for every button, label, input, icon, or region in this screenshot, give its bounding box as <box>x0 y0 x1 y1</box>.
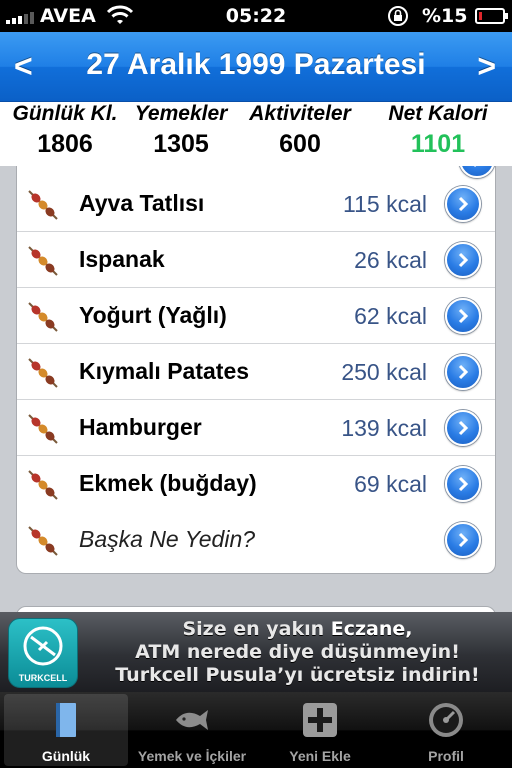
food-name: Ekmek (buğday) <box>79 470 257 496</box>
food-calories: 139 kcal <box>341 415 427 441</box>
daily-calorie-summary: Günlük Kl. 1806 <box>6 102 124 159</box>
tab-gunluk[interactable]: Günlük <box>4 694 128 766</box>
status-bar: AVEA 05:22 %15 <box>0 0 512 32</box>
tab-label: Profil <box>428 748 464 764</box>
food-name: Kıymalı Patates <box>79 358 250 384</box>
activities-summary: Aktiviteler 600 <box>244 102 356 159</box>
food-calories: 26 kcal <box>354 247 427 273</box>
food-name: Ayva Tatlısı <box>79 190 205 216</box>
food-skewer-icon <box>28 526 58 556</box>
food-skewer-icon <box>28 246 58 276</box>
net-calorie-value: 1101 <box>410 130 466 158</box>
battery-percentage: %15 <box>422 5 468 27</box>
ad-line-1: Size en yakın Eczane, <box>90 618 505 641</box>
speedometer-icon <box>429 703 463 737</box>
tab-bar: Günlük Yemek ve İçkiler Yeni Ekle Profil <box>0 692 512 768</box>
logo-brand-text: TURKCELL <box>18 673 68 683</box>
tab-yemek-ve-icecekler[interactable]: Yemek ve İçkiler <box>130 694 254 766</box>
battery-icon <box>475 8 508 24</box>
date-title: 27 Aralık 1999 Pazartesi <box>86 48 426 81</box>
food-list-item[interactable]: Kıymalı Patates 250 kcal <box>17 344 495 400</box>
food-list-item[interactable]: Hamburger 139 kcal <box>17 400 495 456</box>
disclosure-button-icon[interactable] <box>445 410 481 446</box>
food-name: Yoğurt (Yağlı) <box>79 302 227 328</box>
turkcell-logo: TURKCELL <box>8 618 78 688</box>
plus-icon <box>303 703 337 737</box>
disclosure-button-icon[interactable] <box>445 242 481 278</box>
date-navigation-bar: < 27 Aralık 1999 Pazartesi > <box>0 32 512 102</box>
activities-label: Aktiviteler <box>249 102 351 125</box>
food-list-scroll-area[interactable]: Ayva Tatlısı 115 kcal Ispanak 26 kcal Yoğurt… <box>0 166 512 612</box>
add-food-row[interactable]: Başka Ne Yedin? <box>17 512 495 568</box>
daily-calorie-value: 1806 <box>37 130 93 158</box>
tab-profil[interactable]: Profil <box>384 694 508 766</box>
food-list-item[interactable]: Ispanak 26 kcal <box>17 232 495 288</box>
add-food-prompt: Başka Ne Yedin? <box>79 526 256 552</box>
food-calories: 115 kcal <box>343 191 427 217</box>
food-list-item[interactable]: Yoğurt (Yağlı) 62 kcal <box>17 288 495 344</box>
net-calorie-summary: Net Kalori 1101 <box>378 102 498 159</box>
meals-summary: Yemekler 1305 <box>128 102 234 159</box>
food-list-item[interactable]: Ayva Tatlısı 115 kcal <box>17 176 495 232</box>
compass-icon <box>23 626 63 666</box>
tab-label: Günlük <box>41 748 91 764</box>
daily-calorie-label: Günlük Kl. <box>12 102 118 125</box>
fish-icon <box>176 710 208 730</box>
food-list: Ayva Tatlısı 115 kcal Ispanak 26 kcal Yoğurt… <box>16 166 496 574</box>
food-skewer-icon <box>28 358 58 388</box>
book-icon <box>56 703 76 737</box>
food-skewer-icon <box>28 190 58 220</box>
disclosure-button-icon[interactable] <box>445 186 481 222</box>
food-name: Ispanak <box>79 246 165 272</box>
meals-value: 1305 <box>153 130 209 158</box>
tab-yeni-ekle[interactable]: Yeni Ekle <box>258 694 382 766</box>
meals-label: Yemekler <box>134 102 228 125</box>
activities-value: 600 <box>279 130 321 158</box>
next-day-button[interactable]: > <box>477 48 496 85</box>
rotation-lock-icon <box>388 6 408 26</box>
tab-label: Yemek ve İçkiler <box>137 748 247 764</box>
ad-line-3: Turkcell Pusula’yı ücretsiz indirin! <box>115 664 480 686</box>
ad-banner[interactable]: TURKCELL Size en yakın Eczane, ATM nered… <box>0 612 512 692</box>
food-calories: 69 kcal <box>354 471 427 497</box>
food-skewer-icon <box>28 414 58 444</box>
disclosure-button-icon[interactable] <box>445 522 481 558</box>
disclosure-button-icon[interactable] <box>445 298 481 334</box>
tab-label: Yeni Ekle <box>289 748 351 764</box>
food-calories: 250 kcal <box>341 359 427 385</box>
food-name: Hamburger <box>79 414 202 440</box>
ad-line-1-highlight: Eczane, <box>330 618 413 640</box>
calorie-summary: Günlük Kl. 1806 Yemekler 1305 Aktivitele… <box>0 102 512 166</box>
food-list-item[interactable]: Ekmek (buğday) 69 kcal <box>17 456 495 512</box>
net-calorie-label: Net Kalori <box>388 102 488 125</box>
disclosure-button-icon[interactable] <box>445 354 481 390</box>
food-skewer-icon <box>28 470 58 500</box>
food-skewer-icon <box>28 302 58 332</box>
ad-line-2: ATM nerede diye düşünmeyin! <box>135 641 460 663</box>
ad-line-1-text: Size en yakın <box>182 618 331 640</box>
disclosure-button-icon[interactable] <box>445 466 481 502</box>
food-calories: 62 kcal <box>354 303 427 329</box>
